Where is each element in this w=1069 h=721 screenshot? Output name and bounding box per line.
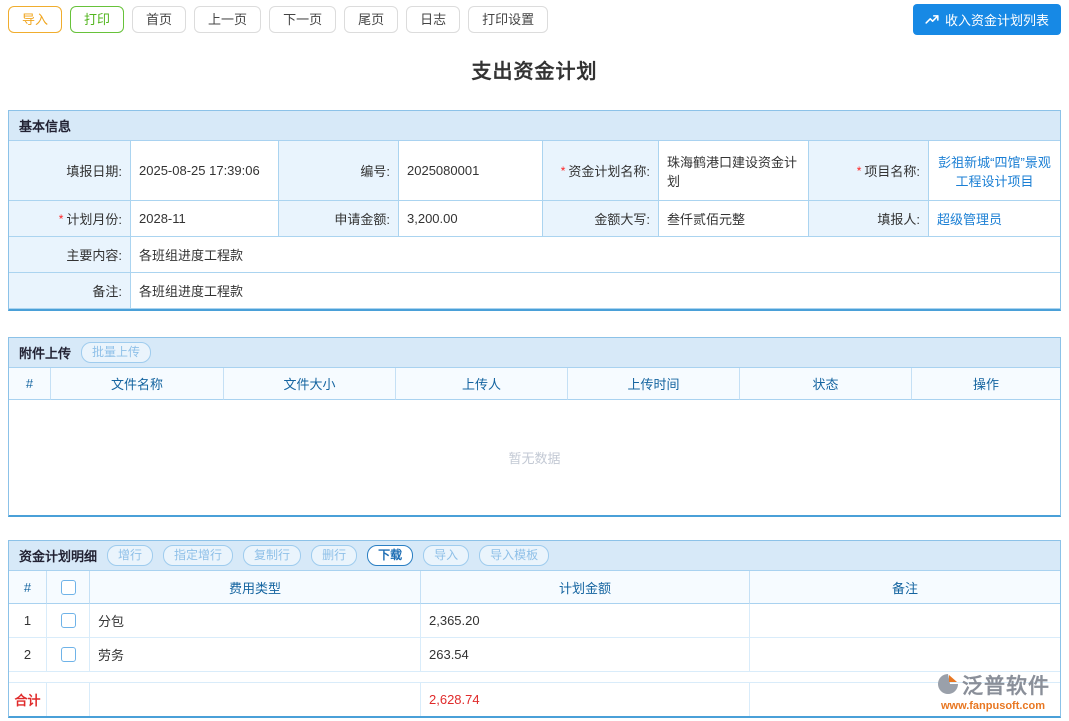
- project-name-value[interactable]: 彭祖新城“四馆”景观工程设计项目: [929, 141, 1060, 201]
- attachments-header: 附件上传 批量上传: [9, 338, 1060, 368]
- row-checkbox[interactable]: [61, 613, 76, 628]
- basic-info-grid: 填报日期: 2025-08-25 17:39:06 编号: 2025080001…: [9, 141, 1060, 309]
- apply-amount-value: 3,200.00: [399, 201, 543, 237]
- row-index: 1: [9, 604, 47, 638]
- row-fee-type: 分包: [90, 604, 421, 638]
- table-row: 2 劳务 263.54: [9, 638, 1060, 672]
- import-rows-button[interactable]: 导入: [423, 545, 469, 567]
- required-mark: *: [561, 164, 566, 178]
- plan-month-value: 2028-11: [131, 201, 279, 237]
- trending-up-icon: [925, 13, 939, 27]
- row-index: 2: [9, 638, 47, 672]
- row-plan-amount: 2,365.20: [421, 604, 750, 638]
- log-button[interactable]: 日志: [406, 6, 460, 34]
- row-fee-type: 劳务: [90, 638, 421, 672]
- copy-row-button[interactable]: 复制行: [243, 545, 301, 567]
- dt-col-plan-amount: 计划金额: [421, 571, 750, 604]
- att-col-file-name: 文件名称: [51, 368, 224, 400]
- batch-upload-button[interactable]: 批量上传: [81, 342, 151, 364]
- fill-date-value: 2025-08-25 17:39:06: [131, 141, 279, 201]
- dt-col-remark: 备注: [750, 571, 1060, 604]
- remark-value: 各班组进度工程款: [131, 273, 1060, 309]
- select-all-checkbox-cell: [47, 571, 90, 604]
- table-row: 1 分包 2,365.20: [9, 604, 1060, 638]
- att-col-status: 状态: [740, 368, 912, 400]
- main-content-label: 主要内容:: [9, 237, 131, 273]
- income-fund-plan-list-label: 收入资金计划列表: [945, 10, 1049, 29]
- basic-info-panel: 基本信息 填报日期: 2025-08-25 17:39:06 编号: 20250…: [8, 110, 1061, 311]
- plan-name-label: *资金计划名称:: [543, 141, 659, 201]
- plan-month-label: *计划月份:: [9, 201, 131, 237]
- filler-label: 填报人:: [809, 201, 929, 237]
- import-button[interactable]: 导入: [8, 6, 62, 34]
- apply-amount-label: 申请金额:: [279, 201, 399, 237]
- select-all-checkbox[interactable]: [61, 580, 76, 595]
- vendor-url: www.fanpusoft.com: [941, 701, 1045, 712]
- insert-row-button[interactable]: 指定增行: [163, 545, 233, 567]
- fill-date-label: 填报日期:: [9, 141, 131, 201]
- amount-caps-value: 叁仟贰佰元整: [659, 201, 809, 237]
- row-checkbox-cell: [47, 604, 90, 638]
- download-button[interactable]: 下载: [367, 545, 413, 567]
- page-title: 支出资金计划: [0, 55, 1069, 84]
- vendor-logo-icon: [936, 672, 960, 700]
- att-col-file-size: 文件大小: [224, 368, 396, 400]
- print-button[interactable]: 打印: [70, 6, 124, 34]
- details-title: 资金计划明细: [19, 546, 97, 565]
- row-plan-amount: 263.54: [421, 638, 750, 672]
- row-checkbox-cell: [47, 638, 90, 672]
- att-col-index: #: [9, 368, 51, 400]
- attachments-empty-state: 暂无数据: [9, 400, 1060, 515]
- att-col-uploader: 上传人: [396, 368, 568, 400]
- attachments-table-header: # 文件名称 文件大小 上传人 上传时间 状态 操作: [9, 368, 1060, 400]
- total-row: 合计 2,628.74: [9, 683, 1060, 716]
- att-col-upload-time: 上传时间: [568, 368, 740, 400]
- next-page-button[interactable]: 下一页: [269, 6, 336, 34]
- income-fund-plan-list-button[interactable]: 收入资金计划列表: [913, 4, 1061, 35]
- number-label: 编号:: [279, 141, 399, 201]
- print-settings-button[interactable]: 打印设置: [468, 6, 548, 34]
- total-checkbox-cell: [47, 683, 90, 716]
- add-row-button[interactable]: 增行: [107, 545, 153, 567]
- number-value: 2025080001: [399, 141, 543, 201]
- delete-row-button[interactable]: 删行: [311, 545, 357, 567]
- first-page-button[interactable]: 首页: [132, 6, 186, 34]
- total-label: 合计: [9, 683, 47, 716]
- attachments-panel: 附件上传 批量上传 # 文件名称 文件大小 上传人 上传时间 状态 操作 暂无数…: [8, 337, 1061, 517]
- last-page-button[interactable]: 尾页: [344, 6, 398, 34]
- basic-info-title: 基本信息: [19, 116, 71, 135]
- import-template-button[interactable]: 导入模板: [479, 545, 549, 567]
- total-plan-amount: 2,628.74: [421, 683, 750, 716]
- top-toolbar: 导入 打印 首页 上一页 下一页 尾页 日志 打印设置 收入资金计划列表: [0, 0, 1069, 35]
- project-name-label: *项目名称:: [809, 141, 929, 201]
- vendor-watermark: 泛普软件 www.fanpusoft.com: [936, 672, 1050, 712]
- basic-info-header: 基本信息: [9, 111, 1060, 141]
- row-remark: [750, 604, 1060, 638]
- row-remark: [750, 638, 1060, 672]
- remark-label: 备注:: [9, 273, 131, 309]
- dt-col-index: #: [9, 571, 47, 604]
- filler-value[interactable]: 超级管理员: [929, 201, 1060, 237]
- amount-caps-label: 金额大写:: [543, 201, 659, 237]
- details-table-header: # 费用类型 计划金额 备注: [9, 571, 1060, 604]
- details-header: 资金计划明细 增行 指定增行 复制行 删行 下载 导入 导入模板: [9, 541, 1060, 571]
- table-spacer-row: [9, 672, 1060, 683]
- att-col-actions: 操作: [912, 368, 1060, 400]
- total-fee-type-cell: [90, 683, 421, 716]
- dt-col-fee-type: 费用类型: [90, 571, 421, 604]
- prev-page-button[interactable]: 上一页: [194, 6, 261, 34]
- required-mark: *: [857, 164, 862, 178]
- required-mark: *: [59, 212, 64, 226]
- details-panel: 资金计划明细 增行 指定增行 复制行 删行 下载 导入 导入模板 # 费用类型 …: [8, 540, 1061, 718]
- attachments-title: 附件上传: [19, 343, 71, 362]
- row-checkbox[interactable]: [61, 647, 76, 662]
- main-content-value: 各班组进度工程款: [131, 237, 1060, 273]
- plan-name-value: 珠海鹤港口建设资金计划: [659, 141, 809, 201]
- vendor-name: 泛普软件: [962, 676, 1050, 697]
